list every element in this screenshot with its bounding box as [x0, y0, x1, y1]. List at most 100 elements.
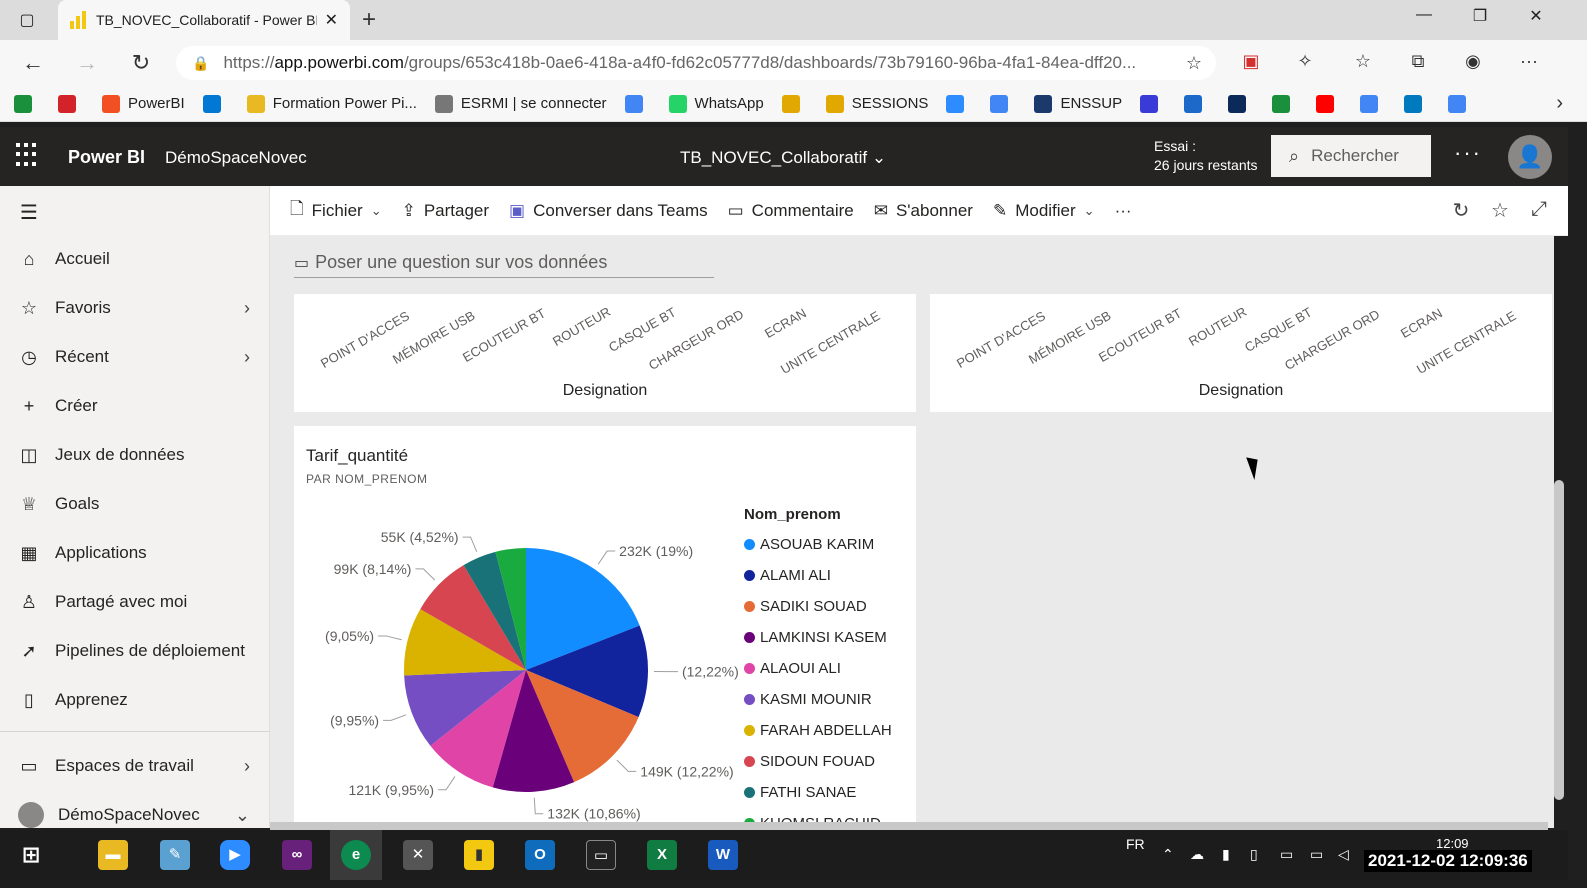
more-actions-button[interactable]: ··· [1115, 201, 1132, 221]
clock-time[interactable]: 12:09 [1436, 836, 1469, 851]
url-field[interactable]: 🔒 https://app.powerbi.com/groups/653c418… [176, 46, 1216, 80]
outlook-icon[interactable]: O [525, 840, 555, 870]
favorite-star-icon[interactable]: ☆ [1487, 198, 1513, 223]
more-options-icon[interactable]: ··· [1454, 140, 1482, 166]
legend-item[interactable]: ALAOUI ALI [744, 653, 914, 684]
bookmark-item[interactable] [1448, 94, 1474, 113]
nav-item-workspaces[interactable]: ▭ Espaces de travail › [0, 744, 270, 788]
tablet-icon[interactable]: ▯ [1250, 846, 1258, 863]
legend-item[interactable]: KASMI MOUNIR [744, 684, 914, 715]
bookmark-item[interactable] [1316, 94, 1342, 113]
bookmark-item[interactable]: Formation Power Pi... [246, 94, 417, 113]
windows-start-icon[interactable]: ⊞ [16, 840, 46, 870]
bookmark-item[interactable] [1404, 94, 1430, 113]
close-tab-icon[interactable]: ✕ [325, 10, 338, 30]
chevron-right-icon[interactable]: › [1556, 92, 1563, 115]
bookmark-item[interactable] [1360, 94, 1386, 113]
forward-icon[interactable]: → [72, 50, 102, 76]
nav-item-r-cent[interactable]: ◷ Récent › [0, 335, 270, 379]
browser-tab[interactable]: TB_NOVEC_Collaboratif - Power BI ✕ [58, 0, 350, 40]
file-menu[interactable]: 🗋 Fichier ⌄ [290, 196, 382, 225]
search-box[interactable]: ⌕ Rechercher [1271, 135, 1431, 177]
fullscreen-icon[interactable]: ⤢ [1526, 198, 1552, 221]
language-indicator[interactable]: FR [1126, 836, 1145, 852]
network-icon[interactable]: ▭ [1310, 846, 1323, 863]
vertical-scrollbar[interactable] [1554, 480, 1564, 800]
nav-item-partag-avec-moi[interactable]: ♙ Partagé avec moi [0, 580, 270, 624]
bookmark-item[interactable] [14, 94, 40, 113]
window-close-icon[interactable]: ✕ [1516, 6, 1556, 26]
microphone-icon[interactable]: ▮ [1222, 846, 1230, 863]
download-ext-icon[interactable]: ▣ [1238, 51, 1264, 72]
bookmark-item[interactable]: ESRMI | se connecter [434, 94, 607, 113]
dashboard-title[interactable]: TB_NOVEC_Collaboratif ⌄ [680, 148, 886, 168]
legend-item[interactable]: FATHI SANAE [744, 777, 914, 808]
back-icon[interactable]: ← [18, 50, 48, 76]
app-launcher-icon[interactable] [16, 143, 40, 167]
bookmark-item[interactable]: ENSSUP [1034, 94, 1122, 113]
bookmark-item[interactable] [1228, 94, 1254, 113]
header-workspace[interactable]: DémoSpaceNovec [165, 148, 307, 168]
visual-studio-icon[interactable]: ∞ [282, 840, 312, 870]
legend-item[interactable]: SADIKI SOUAD [744, 591, 914, 622]
share-button[interactable]: ⇪ Partager [402, 201, 489, 221]
chevron-up-icon[interactable]: ⌃ [1162, 846, 1174, 863]
bookmark-item[interactable] [781, 94, 808, 113]
hamburger-menu-icon[interactable]: ☰ [20, 200, 38, 225]
profile-icon[interactable]: ◉ [1460, 51, 1486, 72]
add-favorite-icon[interactable]: ☆ [1186, 53, 1202, 74]
onedrive-icon[interactable]: ☁ [1190, 846, 1204, 863]
nav-item-pipelines-de-d-ploiement[interactable]: ➚ Pipelines de déploiement [0, 629, 270, 673]
legend-item[interactable]: ALAMI ALI [744, 560, 914, 591]
nav-item-applications[interactable]: ▦ Applications [0, 531, 270, 575]
subscribe-button[interactable]: ✉ S'abonner [874, 201, 973, 221]
file-explorer-icon[interactable]: ▬ [98, 840, 128, 870]
battery-icon[interactable]: ▭ [1280, 846, 1293, 863]
bookmark-item[interactable] [946, 94, 972, 113]
legend-item[interactable]: FARAH ABDELLAH [744, 715, 914, 746]
powerbi-desktop-icon[interactable]: ▮ [464, 840, 494, 870]
edit-menu[interactable]: ✎ Modifier ⌄ [993, 201, 1095, 221]
nav-item-cr-er[interactable]: + Créer [0, 384, 270, 428]
collections-icon[interactable]: ⧉ [1405, 51, 1431, 72]
bookmark-item[interactable] [1140, 94, 1166, 113]
edge-icon[interactable]: e [341, 840, 371, 870]
comment-button[interactable]: ▭ Commentaire [728, 201, 854, 221]
bookmark-item[interactable] [1272, 94, 1298, 113]
favorites-icon[interactable]: ☆ [1350, 51, 1376, 72]
bar-chart-tile-right[interactable]: POINT D'ACCES MÉMOIRE USB ECOUTEUR BT ROUTE… [930, 294, 1552, 412]
new-tab-icon[interactable]: + [362, 6, 376, 34]
pie-chart-tile[interactable]: Tarif_quantité PAR NOM_PRENOM 232K (19%)… [294, 426, 916, 828]
bookmark-item[interactable] [624, 94, 651, 113]
bookmark-item[interactable] [58, 94, 84, 113]
nav-item-apprenez[interactable]: ▯ Apprenez [0, 678, 270, 722]
legend-item[interactable]: LAMKINSI KASEM [744, 622, 914, 653]
nav-item-favoris[interactable]: ☆ Favoris › [0, 286, 270, 330]
account-avatar[interactable]: 👤 [1508, 135, 1552, 179]
nav-item-goals[interactable]: ♕ Goals [0, 482, 270, 526]
refresh-icon[interactable]: ↻ [126, 50, 156, 76]
horizontal-scrollbar[interactable] [270, 822, 1548, 830]
zoom-icon[interactable]: ▶ [220, 840, 250, 870]
bookmark-item[interactable] [1184, 94, 1210, 113]
tools-icon[interactable]: ✕ [403, 840, 433, 870]
bookmark-item[interactable] [990, 94, 1016, 113]
extensions-icon[interactable]: ✧ [1292, 51, 1318, 72]
restore-icon[interactable]: ❐ [1460, 6, 1500, 26]
qa-input[interactable]: ▭ Poser une question sur vos données [294, 248, 714, 278]
volume-icon[interactable]: ◁ [1338, 846, 1349, 863]
legend-item[interactable]: ASOUAB KARIM [744, 529, 914, 560]
nav-item-jeux-de-donn-es[interactable]: ◫ Jeux de données [0, 433, 270, 477]
nav-item-accueil[interactable]: ⌂ Accueil [0, 237, 270, 281]
tab-actions-icon[interactable]: ▢ [16, 10, 38, 30]
notepad-icon[interactable]: ✎ [160, 840, 190, 870]
excel-icon[interactable]: X [647, 840, 677, 870]
brand-name[interactable]: Power BI [68, 147, 145, 168]
terminal-icon[interactable]: ▭ [586, 840, 616, 870]
legend-item[interactable]: SIDOUN FOUAD [744, 746, 914, 777]
bookmark-item[interactable]: WhatsApp [668, 94, 764, 113]
refresh-dashboard-icon[interactable]: ↻ [1448, 198, 1474, 223]
bookmark-item[interactable] [202, 94, 229, 113]
bookmark-item[interactable]: PowerBI [102, 94, 185, 113]
bookmark-item[interactable]: SESSIONS [825, 94, 928, 113]
